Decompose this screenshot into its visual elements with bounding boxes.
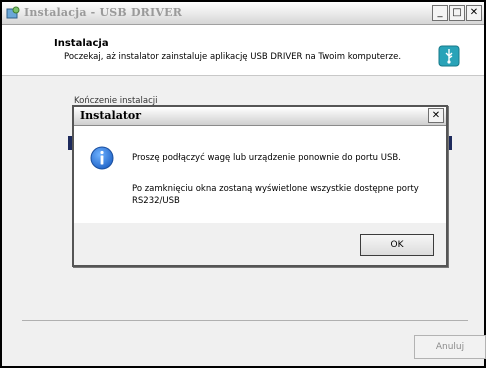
progress-bar-right-edge xyxy=(448,136,452,150)
footer-divider xyxy=(22,320,468,321)
dialog-footer: OK xyxy=(74,223,446,265)
page-subtitle: Poczekaj, aż instalator zainstaluje apli… xyxy=(64,52,402,62)
installer-app-icon xyxy=(6,6,20,19)
ok-button[interactable]: OK xyxy=(360,234,434,256)
info-icon xyxy=(90,146,114,170)
dialog-message-primary: Proszę podłączyć wagę lub urządzenie pon… xyxy=(132,153,401,163)
page-title: Instalacja xyxy=(54,38,109,49)
dialog-title: Instalator xyxy=(80,109,142,122)
wizard-header: Instalacja Poczekaj, aż instalator zains… xyxy=(2,25,484,76)
title-bar[interactable]: Instalacja - USB DRIVER _ □ ✕ xyxy=(2,2,484,25)
installer-dialog: Instalator ✕ Proszę podłączyć wagę lub u… xyxy=(72,105,448,267)
window-controls: _ □ ✕ xyxy=(432,5,482,21)
dialog-message-secondary: Po zamknięciu okna zostaną wyświetlone w… xyxy=(132,184,419,206)
dialog-close-button[interactable]: ✕ xyxy=(428,108,444,123)
dialog-body: Proszę podłączyć wagę lub urządzenie pon… xyxy=(74,126,446,223)
minimize-button[interactable]: _ xyxy=(432,5,448,21)
window-title: Instalacja - USB DRIVER xyxy=(24,6,183,19)
maximize-button[interactable]: □ xyxy=(449,5,465,21)
cancel-button[interactable]: Anuluj xyxy=(414,335,486,359)
dialog-title-bar[interactable]: Instalator ✕ xyxy=(74,107,446,126)
close-button[interactable]: ✕ xyxy=(466,5,482,21)
usb-icon xyxy=(438,45,460,67)
